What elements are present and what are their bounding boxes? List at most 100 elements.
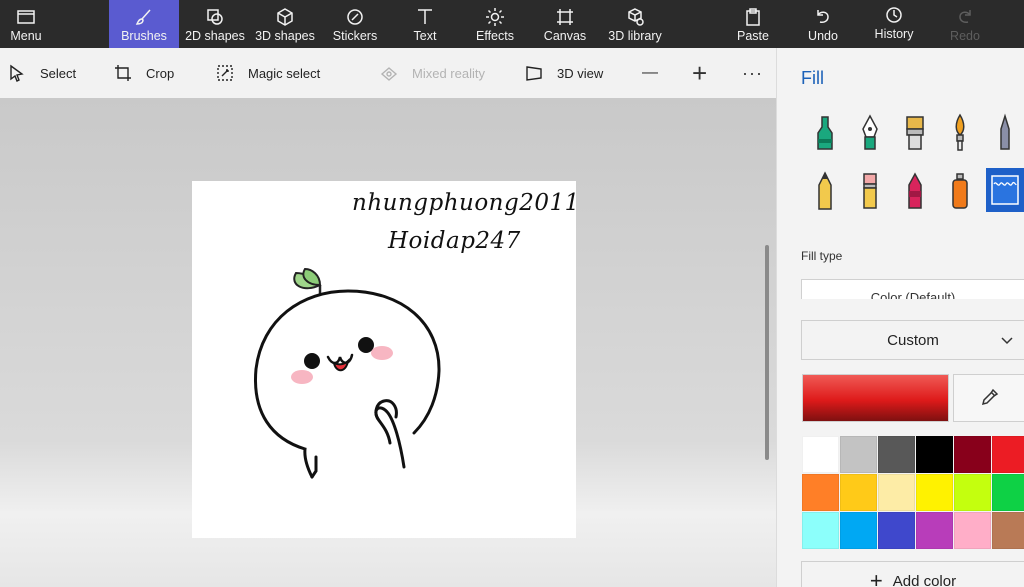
crop-button[interactable]: Crop [114, 48, 174, 98]
calligraphy-pen-icon [862, 114, 878, 150]
undo-icon [817, 10, 829, 23]
history-button[interactable]: History [872, 0, 916, 48]
3d-library-label: 3D library [608, 29, 662, 43]
marker-icon [817, 116, 833, 150]
add-color-label: Add color [892, 572, 957, 587]
palette-swatch[interactable] [992, 436, 1024, 473]
menu-button[interactable]: Menu [0, 0, 52, 48]
brush-icon [135, 9, 151, 25]
palette-swatch[interactable] [992, 474, 1024, 511]
crayon-brush[interactable] [898, 170, 932, 212]
palette-swatch[interactable] [802, 512, 839, 549]
spray-can-brush[interactable] [943, 170, 977, 212]
palette-swatch[interactable] [878, 436, 915, 473]
plus-icon: + [869, 568, 883, 587]
oil-brush[interactable] [898, 112, 932, 154]
more-options-button[interactable]: ··· [742, 48, 763, 98]
stickers-tab[interactable]: Stickers [328, 0, 382, 48]
3d-library-icon [628, 8, 644, 26]
eyedropper-button[interactable] [953, 374, 1024, 422]
color-mode-dropdown[interactable]: Custom [801, 320, 1024, 360]
brushes-tab[interactable]: Brushes [109, 0, 179, 48]
3d-view-icon [526, 66, 542, 81]
palette-swatch[interactable] [916, 512, 953, 549]
fill-type-select[interactable]: Color (Default) [801, 279, 1024, 299]
palette-swatch[interactable] [840, 474, 877, 511]
palette-swatch[interactable] [954, 474, 991, 511]
pencil-brush[interactable] [808, 170, 842, 212]
palette-swatch[interactable] [954, 512, 991, 549]
text-label: Text [413, 29, 437, 43]
palette-swatch[interactable] [954, 436, 991, 473]
palette-swatch[interactable] [840, 436, 877, 473]
redo-label: Redo [950, 29, 980, 43]
magic-select-label: Magic select [248, 65, 321, 81]
folder-icon [17, 10, 35, 24]
cube-icon [277, 8, 293, 26]
fill-type-label: Fill type [801, 249, 843, 263]
2d-shapes-tab[interactable]: 2D shapes [184, 0, 246, 48]
select-button[interactable]: Select [8, 48, 76, 98]
undo-button[interactable]: Undo [805, 0, 841, 48]
panel-title: Fill [801, 68, 824, 88]
crop-icon [115, 65, 131, 81]
crayon-icon [908, 172, 922, 209]
oil-brush-icon [906, 116, 924, 150]
2d-shapes-label: 2D shapes [185, 29, 245, 43]
zoom-in-label: + [692, 57, 708, 88]
effects-tab[interactable]: Effects [472, 0, 518, 48]
fill-type-value: Color (Default) [870, 290, 956, 299]
menu-label: Menu [10, 29, 42, 43]
zoom-out-button[interactable]: — [642, 48, 658, 98]
spray-can-icon [952, 173, 968, 209]
paste-button[interactable]: Paste [733, 0, 773, 48]
canvas-label: Canvas [543, 29, 587, 43]
pixel-pen-brush[interactable] [988, 112, 1022, 154]
fill-brush[interactable] [986, 168, 1024, 212]
eraser-brush[interactable] [853, 170, 887, 212]
palette-swatch[interactable] [802, 436, 839, 473]
palette-swatch[interactable] [878, 474, 915, 511]
add-color-button[interactable]: + Add color [801, 561, 1024, 587]
redo-button[interactable]: Redo [947, 0, 983, 48]
effects-label: Effects [476, 29, 514, 43]
palette-swatch[interactable] [802, 474, 839, 511]
pixel-pen-icon [1000, 113, 1010, 150]
top-toolbar: Menu Brushes 2D shapes 3D shapes Sticker… [0, 0, 1024, 48]
mixed-reality-button[interactable]: Mixed reality [380, 48, 485, 98]
vertical-scrollbar[interactable] [765, 245, 769, 460]
secondary-toolbar: Select Crop Magic select Mixed reality 3… [0, 48, 776, 98]
stickers-label: Stickers [332, 29, 378, 43]
palette-swatch[interactable] [916, 474, 953, 511]
canvas-tab[interactable]: Canvas [542, 0, 588, 48]
chevron-down-icon [1001, 337, 1013, 345]
cute-character-drawing [253, 267, 441, 479]
fill-panel: Fill Fill type Color (Default) Custom + … [776, 48, 1024, 587]
palette-swatch[interactable] [992, 512, 1024, 549]
select-label: Select [40, 65, 77, 81]
watercolor-icon [955, 113, 965, 151]
palette-swatch[interactable] [878, 512, 915, 549]
history-icon [886, 7, 902, 23]
palette-swatch[interactable] [840, 512, 877, 549]
fill-icon [991, 175, 1019, 205]
clipboard-icon [746, 8, 760, 26]
marker-brush[interactable] [808, 112, 842, 154]
drawing-canvas[interactable]: nhungphuong2011 Hoidap247 [192, 181, 576, 538]
magic-select-button[interactable]: Magic select [216, 48, 320, 98]
more-options-label: ··· [742, 62, 763, 83]
palette-swatch[interactable] [916, 436, 953, 473]
eyedropper-icon [981, 388, 999, 406]
3d-view-button[interactable]: 3D view [525, 48, 603, 98]
3d-shapes-tab[interactable]: 3D shapes [254, 0, 316, 48]
calligraphy-pen-brush[interactable] [853, 112, 887, 154]
3d-library-tab[interactable]: 3D library [606, 0, 664, 48]
2d-shapes-icon [207, 9, 223, 25]
text-tab[interactable]: Text [405, 0, 445, 48]
current-color-swatch[interactable] [802, 374, 949, 422]
mixed-reality-icon [380, 67, 398, 81]
watercolor-brush[interactable] [943, 112, 977, 154]
eraser-icon [863, 173, 877, 209]
zoom-in-button[interactable]: + [692, 48, 707, 98]
canvas-icon [557, 9, 573, 25]
